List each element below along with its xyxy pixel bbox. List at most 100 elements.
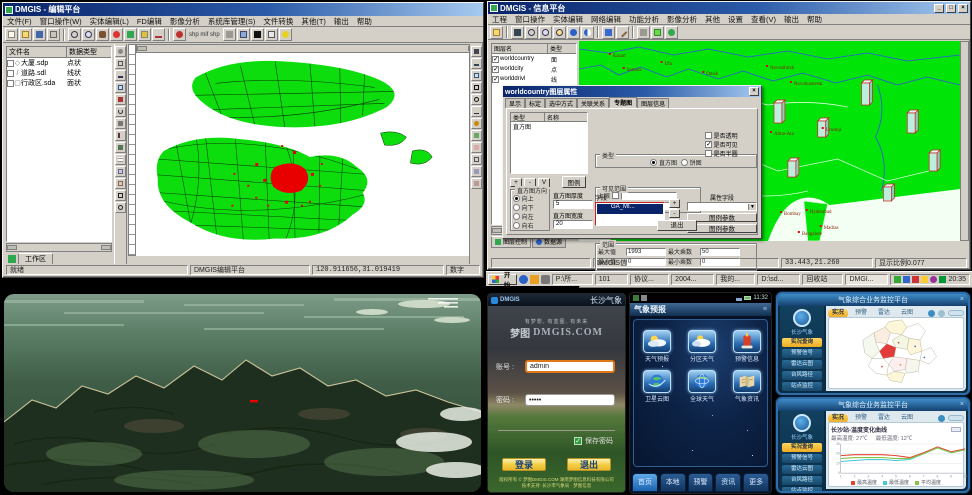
layer-row[interactable]: worldcity 点 xyxy=(492,64,576,74)
menu-image-analysis[interactable]: 影像分析 xyxy=(166,15,204,28)
layer-visible-checkbox[interactable] xyxy=(492,66,499,73)
layer-visible-checkbox[interactable] xyxy=(492,56,499,63)
thematic-list[interactable]: 类型 名称 直方图 xyxy=(510,112,588,174)
sidebar-item-radar[interactable]: 雷达云图 xyxy=(782,360,822,369)
file-row[interactable]: / 道路.sdl 线状 xyxy=(7,68,111,78)
app-satellite-cloud[interactable]: 卫星云图 xyxy=(642,370,672,403)
legend-button[interactable]: 图例 xyxy=(562,176,586,188)
menu-other[interactable]: 其他(T) xyxy=(297,15,330,28)
refresh-icon[interactable] xyxy=(938,415,945,422)
legend-params-button[interactable]: 图例参数 xyxy=(687,213,757,222)
pencil-icon[interactable] xyxy=(616,26,629,39)
remember-row[interactable]: ✓ 保存密码 xyxy=(574,436,613,446)
node-icon[interactable] xyxy=(115,94,126,105)
menu-network-edit[interactable]: 网络编辑 xyxy=(587,13,625,26)
print-icon[interactable] xyxy=(47,28,60,41)
polyline-icon[interactable] xyxy=(471,58,482,69)
thickness-input[interactable]: 5 xyxy=(553,200,593,209)
menu-output[interactable]: 输出 xyxy=(330,15,353,28)
header-more-icon[interactable]: ≡ xyxy=(763,306,767,313)
exit-button[interactable]: 退出 xyxy=(567,458,611,471)
open-icon[interactable] xyxy=(490,26,503,39)
radio-left[interactable]: 向左 xyxy=(513,212,547,221)
menu-help[interactable]: 帮助 xyxy=(353,15,376,28)
task-button-active[interactable]: DMGI... xyxy=(845,274,888,285)
select-area-icon[interactable] xyxy=(471,154,482,165)
layer-row[interactable]: worlddrivl 线 xyxy=(492,74,576,84)
sidebar-item-realtime[interactable]: 实况查询 xyxy=(782,443,822,452)
task-button[interactable]: 101 xyxy=(595,274,628,285)
menu-fd-edit[interactable]: FD编辑 xyxy=(133,15,166,28)
panel-hscrollbar[interactable] xyxy=(6,243,112,252)
field-remove-button[interactable]: - xyxy=(669,209,680,218)
pan-icon[interactable] xyxy=(96,28,109,41)
task-button[interactable]: 回收站 xyxy=(802,274,843,285)
export-button[interactable] xyxy=(951,427,961,432)
fill-icon[interactable] xyxy=(471,130,482,141)
tab-calibration[interactable]: 标定 xyxy=(525,98,545,108)
password-input[interactable] xyxy=(525,394,615,406)
tab-display[interactable]: 显示 xyxy=(505,98,525,108)
width-input[interactable]: 20 xyxy=(553,220,593,229)
tray-icon[interactable] xyxy=(894,276,901,283)
printer2-icon[interactable] xyxy=(223,28,236,41)
attr-table-icon[interactable] xyxy=(115,154,126,165)
province-map-panel[interactable] xyxy=(828,317,964,389)
snap-icon[interactable] xyxy=(115,46,126,57)
open-icon[interactable] xyxy=(19,28,32,41)
maximize-button[interactable]: □ xyxy=(946,4,956,13)
grid-icon[interactable] xyxy=(251,28,264,41)
save-icon[interactable] xyxy=(33,28,46,41)
measure-icon[interactable] xyxy=(152,28,165,41)
zoom-in-icon[interactable] xyxy=(525,26,538,39)
pointer-icon[interactable] xyxy=(511,26,524,39)
sidebar-item-warning[interactable]: 预警信号 xyxy=(782,454,822,463)
settings-icon[interactable] xyxy=(938,310,945,317)
attr-field-dropdown[interactable]: ▼ xyxy=(687,202,757,211)
tab-layer-info[interactable]: 图层信息 xyxy=(637,98,669,108)
menu-file-convert[interactable]: 文件转换 xyxy=(259,15,297,28)
zoom-free-icon[interactable] xyxy=(553,26,566,39)
symbol-icon[interactable] xyxy=(471,118,482,129)
radio-down[interactable]: 向下 xyxy=(513,203,547,212)
sidebar-item-typhoon[interactable]: 台风路径 xyxy=(782,476,822,485)
zoom-out-icon[interactable] xyxy=(82,28,95,41)
menu-window[interactable]: 窗口操作(W) xyxy=(36,15,86,28)
menu-file[interactable]: 文件(F) xyxy=(3,15,36,28)
globe-blue-icon[interactable] xyxy=(567,26,580,39)
task-button[interactable]: P:\所... xyxy=(552,274,593,285)
info-icon[interactable] xyxy=(665,26,678,39)
menu-function-analysis[interactable]: 功能分析 xyxy=(625,13,663,26)
task-button[interactable]: D:\sd... xyxy=(757,274,800,285)
app-warning-info[interactable]: 预警信息 xyxy=(732,330,762,363)
polygon-icon[interactable] xyxy=(471,70,482,81)
tray-icon[interactable] xyxy=(903,276,910,283)
down-icon[interactable] xyxy=(471,178,482,189)
row-checkbox[interactable] xyxy=(7,60,14,67)
column-header-layertype[interactable]: 类型 xyxy=(548,44,562,53)
tray-icon[interactable] xyxy=(930,276,937,283)
zoom-in-icon[interactable] xyxy=(68,28,81,41)
transparent-checkbox[interactable]: 是否透明 xyxy=(705,131,757,140)
editor-map-canvas[interactable] xyxy=(136,52,471,256)
layer-row[interactable]: worldcountry 面 xyxy=(492,54,576,64)
new-icon[interactable] xyxy=(5,28,18,41)
start-button[interactable]: 开始 xyxy=(488,274,517,285)
minimize-button[interactable]: _ xyxy=(934,4,944,13)
menu-entity-edit[interactable]: 实体编辑(L) xyxy=(86,15,133,28)
tray-icon[interactable] xyxy=(912,276,919,283)
menu-entity-edit[interactable]: 实体编辑 xyxy=(549,13,587,26)
draw-line-icon[interactable] xyxy=(115,70,126,81)
quicklaunch-desktop-icon[interactable] xyxy=(541,275,550,284)
full-extent-icon[interactable] xyxy=(110,28,123,41)
map-vscrollbar[interactable] xyxy=(960,41,969,241)
min-input[interactable]: 0 xyxy=(626,258,666,266)
sidebar-item-stations[interactable]: 站点监控 xyxy=(782,487,822,493)
app-global-weather[interactable]: 全球天气 xyxy=(687,370,717,403)
layers-icon[interactable] xyxy=(265,28,278,41)
quicklaunch-folder-icon[interactable] xyxy=(530,275,539,284)
sidebar-item-realtime[interactable]: 实况查询 xyxy=(782,338,822,347)
remember-checkbox[interactable]: ✓ xyxy=(574,437,582,445)
exit-button[interactable]: 退出 xyxy=(657,220,697,231)
login-button[interactable]: 登录 xyxy=(502,458,546,471)
